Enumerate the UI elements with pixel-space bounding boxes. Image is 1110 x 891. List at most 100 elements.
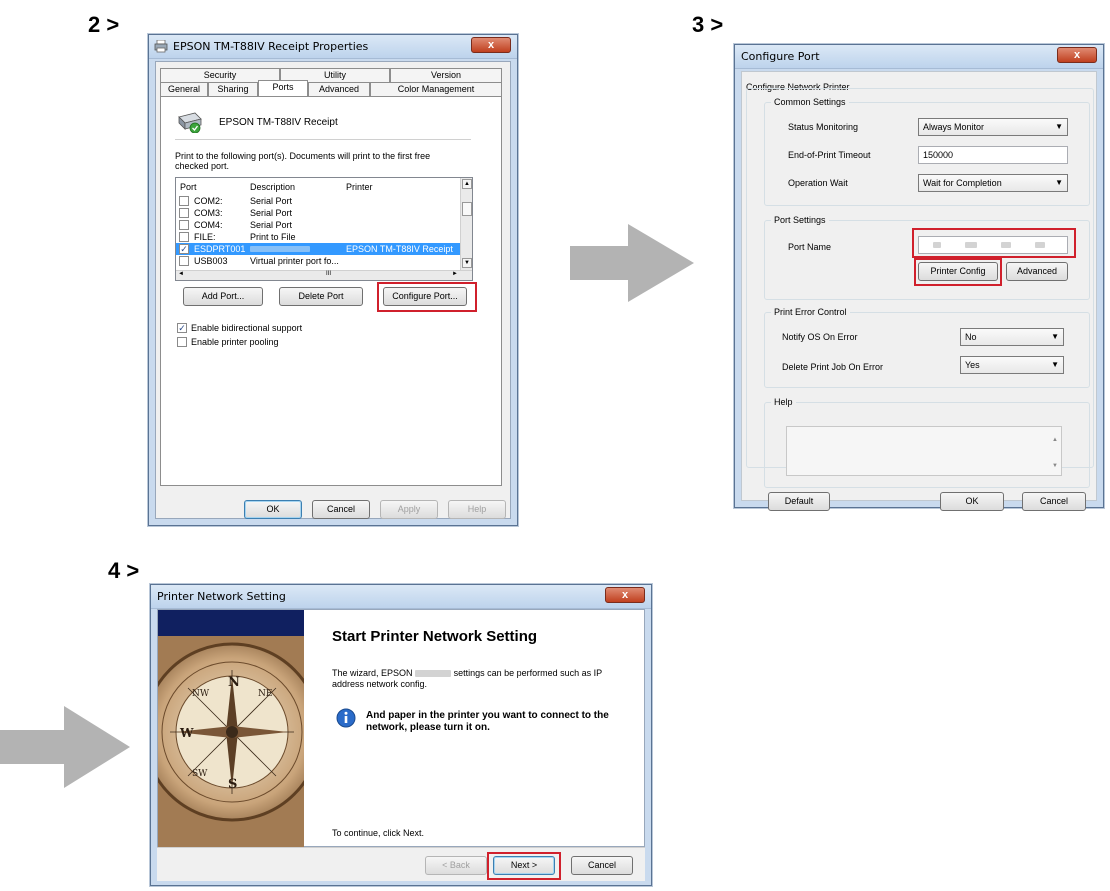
tab-ports[interactable]: Ports: [258, 80, 308, 96]
port-description: Print to File: [250, 232, 296, 242]
delete-job-label: Delete Print Job On Error: [782, 362, 884, 372]
help-text-area[interactable]: ▲ ▼: [786, 426, 1062, 476]
wizard-body: N S W NW NE SW Start Printer Network Set…: [157, 609, 645, 848]
close-button[interactable]: x: [1057, 47, 1097, 63]
cancel-button[interactable]: Cancel: [571, 856, 633, 875]
configure-port-dialog: Configure Port x Configure Network Print…: [734, 44, 1104, 511]
dialog-body: Security Utility Version General Sharing…: [155, 61, 511, 519]
highlight-box: [912, 228, 1076, 258]
column-header-printer[interactable]: Printer: [346, 182, 373, 192]
highlight-box: [377, 282, 477, 312]
table-row[interactable]: ✓ ESDPRT001 EPSON TM-T88IV Receipt: [176, 243, 462, 255]
bidirectional-label: Enable bidirectional support: [191, 323, 303, 333]
window-title: Configure Port: [741, 50, 820, 63]
cancel-button[interactable]: Cancel: [1022, 492, 1086, 511]
table-row[interactable]: COM4: Serial Port: [176, 219, 462, 231]
operation-wait-value: Wait for Completion: [923, 178, 1002, 188]
tab-general[interactable]: General: [160, 82, 208, 96]
port-checkbox[interactable]: [179, 232, 189, 242]
window-title: EPSON TM-T88IV Receipt Properties: [173, 40, 369, 53]
info-icon: [336, 708, 356, 728]
ok-button[interactable]: OK: [940, 492, 1004, 511]
port-checkbox[interactable]: [179, 220, 189, 230]
instructions-text: Print to the following port(s). Document…: [175, 151, 431, 171]
close-button[interactable]: x: [605, 587, 645, 603]
status-monitoring-label: Status Monitoring: [788, 122, 859, 132]
compass-letter: NE: [258, 689, 272, 699]
step-3-label: 3 >: [692, 12, 724, 37]
apply-button[interactable]: Apply: [380, 500, 438, 519]
tab-sharing[interactable]: Sharing: [208, 82, 258, 96]
vertical-scrollbar[interactable]: ▲ ▼: [460, 178, 472, 270]
table-row[interactable]: FILE: Print to File: [176, 231, 462, 243]
table-row[interactable]: COM2: Serial Port: [176, 195, 462, 207]
add-port-button[interactable]: Add Port...: [183, 287, 263, 306]
tab-advanced[interactable]: Advanced: [308, 82, 370, 96]
compass-letter: W: [179, 726, 194, 740]
timeout-field[interactable]: 150000: [918, 146, 1068, 164]
divider: [175, 139, 471, 140]
column-header-description[interactable]: Description: [250, 182, 295, 192]
port-name: COM3:: [194, 208, 223, 218]
pooling-checkbox[interactable]: [177, 337, 187, 347]
port-name: COM2:: [194, 196, 223, 206]
notify-os-select[interactable]: No ▼: [960, 328, 1064, 346]
scroll-down-arrow-icon[interactable]: ▼: [462, 258, 472, 268]
port-name: FILE:: [194, 232, 216, 242]
port-checkbox[interactable]: ✓: [179, 244, 189, 254]
title-bar: Configure Port x: [735, 45, 1103, 69]
port-description: Serial Port: [250, 208, 293, 218]
title-bar: Printer Network Setting x: [151, 585, 651, 609]
bidirectional-checkbox[interactable]: ✓: [177, 323, 187, 333]
table-row[interactable]: USB003 Virtual printer port fo...: [176, 255, 462, 267]
port-checkbox[interactable]: [179, 256, 189, 266]
scroll-down-arrow-icon[interactable]: ▼: [1052, 463, 1058, 469]
highlight-box: [487, 852, 561, 880]
default-button[interactable]: Default: [768, 492, 830, 511]
tab-color-management[interactable]: Color Management: [370, 82, 502, 96]
scroll-right-arrow-icon[interactable]: ►: [452, 271, 458, 277]
step-2-label: 2 >: [88, 12, 120, 37]
port-checkbox[interactable]: [179, 208, 189, 218]
scroll-thumb[interactable]: [462, 202, 472, 216]
tab-version[interactable]: Version: [390, 68, 502, 82]
help-button[interactable]: Help: [448, 500, 506, 519]
ports-list[interactable]: Port Description Printer COM2: Serial Por…: [175, 177, 473, 281]
scroll-up-arrow-icon[interactable]: ▲: [462, 179, 472, 189]
scroll-up-arrow-icon[interactable]: ▲: [1052, 437, 1058, 443]
port-description: Serial Port: [250, 220, 293, 230]
close-button[interactable]: x: [471, 37, 511, 53]
column-header-port[interactable]: Port: [180, 182, 197, 192]
wizard-footer: < Back Next > Cancel: [157, 847, 645, 881]
help-label: Help: [771, 397, 796, 407]
scroll-thumb-grip[interactable]: III: [326, 271, 331, 277]
timeout-label: End-of-Print Timeout: [788, 150, 871, 160]
redacted-text: [250, 246, 310, 252]
right-arrow-icon: [0, 706, 130, 788]
dropdown-arrow-icon: ▼: [1055, 122, 1063, 131]
dropdown-arrow-icon: ▼: [1051, 360, 1059, 369]
port-description: Serial Port: [250, 196, 293, 206]
delete-job-select[interactable]: Yes ▼: [960, 356, 1064, 374]
operation-wait-select[interactable]: Wait for Completion ▼: [918, 174, 1068, 192]
info-message: And paper in the printer you want to con…: [366, 710, 609, 733]
port-settings-label: Port Settings: [771, 215, 829, 225]
back-button[interactable]: < Back: [425, 856, 487, 875]
print-error-label: Print Error Control: [771, 307, 850, 317]
operation-wait-label: Operation Wait: [788, 178, 848, 188]
printer-properties-dialog: EPSON TM-T88IV Receipt Properties x Secu…: [148, 34, 518, 526]
port-name: USB003: [194, 256, 228, 266]
status-monitoring-select[interactable]: Always Monitor ▼: [918, 118, 1068, 136]
port-checkbox[interactable]: [179, 196, 189, 206]
dialog-body: Configure Network Printer Common Setting…: [741, 71, 1097, 511]
window-title: Printer Network Setting: [157, 590, 286, 603]
common-settings-label: Common Settings: [771, 97, 849, 107]
delete-port-button[interactable]: Delete Port: [279, 287, 363, 306]
scroll-left-arrow-icon[interactable]: ◄: [178, 271, 184, 277]
compass-image: N S W NW NE SW: [158, 610, 304, 848]
cancel-button[interactable]: Cancel: [312, 500, 370, 519]
horizontal-scrollbar[interactable]: ◄ III ►: [176, 270, 472, 280]
advanced-button[interactable]: Advanced: [1006, 262, 1068, 281]
table-row[interactable]: COM3: Serial Port: [176, 207, 462, 219]
ok-button[interactable]: OK: [244, 500, 302, 519]
